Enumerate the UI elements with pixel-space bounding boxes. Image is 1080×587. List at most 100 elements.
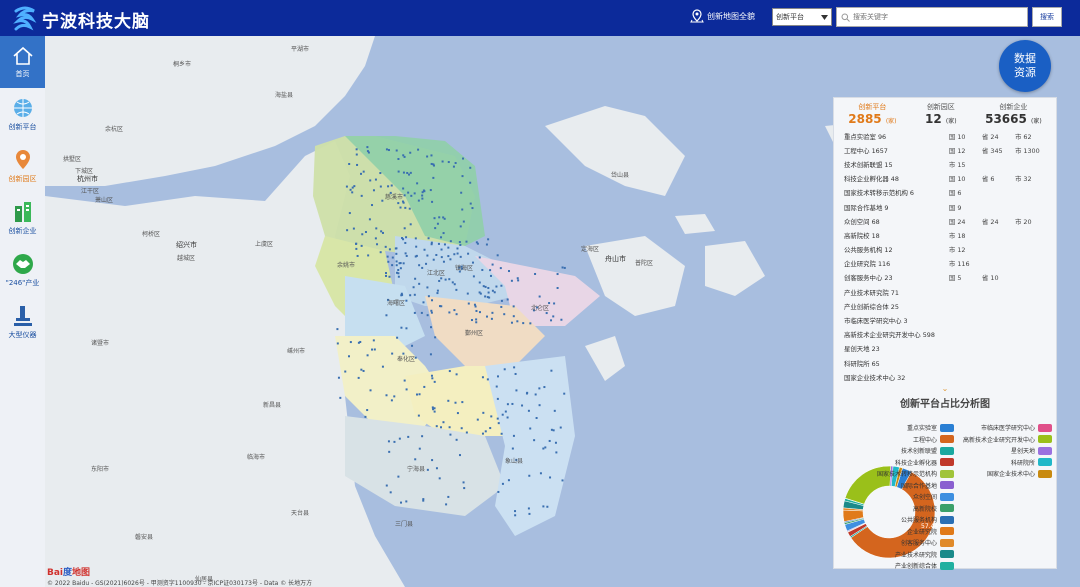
institution-marker[interactable] <box>489 274 492 277</box>
legend-item[interactable]: 高新院校 <box>913 504 954 513</box>
institution-marker[interactable] <box>475 321 478 324</box>
institution-marker[interactable] <box>410 194 413 197</box>
institution-marker[interactable] <box>337 376 340 379</box>
institution-marker[interactable] <box>445 503 448 506</box>
search-input[interactable] <box>853 13 1023 21</box>
institution-marker[interactable] <box>545 312 548 315</box>
institution-marker[interactable] <box>355 242 358 245</box>
institution-marker[interactable] <box>553 302 556 305</box>
legend-item[interactable]: 企业研究院 <box>907 527 954 536</box>
institution-marker[interactable] <box>516 320 519 323</box>
institution-marker[interactable] <box>538 387 541 390</box>
institution-marker[interactable] <box>371 204 374 207</box>
institution-marker[interactable] <box>553 409 556 412</box>
institution-marker[interactable] <box>388 248 391 251</box>
institution-marker[interactable] <box>473 303 476 306</box>
institution-marker[interactable] <box>395 260 398 263</box>
institution-marker[interactable] <box>431 377 434 380</box>
institution-marker[interactable] <box>402 262 405 265</box>
institution-marker[interactable] <box>503 368 506 371</box>
institution-marker[interactable] <box>489 269 492 272</box>
institution-marker[interactable] <box>414 237 417 240</box>
institution-marker[interactable] <box>379 172 382 175</box>
institution-marker[interactable] <box>491 289 494 292</box>
institution-marker[interactable] <box>501 413 504 416</box>
platform-row[interactable]: 科研院所 65 <box>844 356 1048 370</box>
institution-marker[interactable] <box>517 279 520 282</box>
institution-marker[interactable] <box>355 153 358 156</box>
institution-marker[interactable] <box>351 191 354 194</box>
platform-row[interactable]: 产业技术研究院 71 <box>844 285 1048 299</box>
institution-marker[interactable] <box>409 294 412 297</box>
institution-marker[interactable] <box>491 263 494 266</box>
institution-marker[interactable] <box>375 227 378 230</box>
institution-marker[interactable] <box>563 266 566 269</box>
institution-marker[interactable] <box>511 447 514 450</box>
institution-marker[interactable] <box>449 433 452 436</box>
institution-marker[interactable] <box>400 292 403 295</box>
institution-marker[interactable] <box>436 292 439 295</box>
institution-marker[interactable] <box>423 385 426 388</box>
institution-marker[interactable] <box>395 252 398 255</box>
institution-marker[interactable] <box>429 353 432 356</box>
institution-marker[interactable] <box>462 220 465 223</box>
platform-row[interactable]: 重点实验室 96 国 10 省 24 市 62 <box>844 129 1048 143</box>
institution-marker[interactable] <box>421 266 424 269</box>
legend-item[interactable]: 市临床医学研究中心 <box>981 423 1052 432</box>
institution-marker[interactable] <box>397 475 400 478</box>
legend-item[interactable]: 产业技术研究院 <box>895 550 954 559</box>
institution-marker[interactable] <box>388 275 391 278</box>
institution-marker[interactable] <box>478 256 481 259</box>
institution-marker[interactable] <box>385 272 388 275</box>
institution-marker[interactable] <box>484 295 487 298</box>
institution-marker[interactable] <box>344 370 347 373</box>
institution-marker[interactable] <box>368 218 371 221</box>
sidebar-item-instruments[interactable]: 大型仪器 <box>0 296 45 348</box>
institution-marker[interactable] <box>512 315 515 318</box>
institution-marker[interactable] <box>507 270 510 273</box>
institution-marker[interactable] <box>534 272 537 275</box>
institution-marker[interactable] <box>420 311 423 314</box>
platform-row[interactable]: 科技企业孵化器 48 国 10 省 6 市 32 <box>844 172 1048 186</box>
institution-marker[interactable] <box>336 328 339 331</box>
institution-marker[interactable] <box>481 432 484 435</box>
institution-marker[interactable] <box>397 170 400 173</box>
institution-marker[interactable] <box>451 281 454 284</box>
institution-marker[interactable] <box>453 309 456 312</box>
institution-marker[interactable] <box>440 277 443 280</box>
institution-marker[interactable] <box>552 429 555 432</box>
stat-park[interactable]: 创新园区 12 (家) <box>925 102 957 126</box>
legend-item[interactable]: 重点实验室 <box>907 423 954 432</box>
institution-marker[interactable] <box>452 165 455 168</box>
platform-row[interactable]: 国际合作基地 9 国 9 <box>844 200 1048 214</box>
institution-marker[interactable] <box>461 208 464 211</box>
institution-marker[interactable] <box>525 392 528 395</box>
institution-marker[interactable] <box>455 438 458 441</box>
institution-marker[interactable] <box>561 479 564 482</box>
institution-marker[interactable] <box>459 225 462 228</box>
institution-marker[interactable] <box>426 314 429 317</box>
institution-marker[interactable] <box>412 286 415 289</box>
platform-row[interactable]: 众创空间 68 国 24 省 24 市 20 <box>844 214 1048 228</box>
category-select[interactable]: 创新平台 <box>772 8 832 26</box>
institution-marker[interactable] <box>456 412 459 415</box>
institution-marker[interactable] <box>376 243 379 246</box>
platform-row[interactable]: 公共服务机构 12 市 12 <box>844 243 1048 257</box>
institution-marker[interactable] <box>533 439 536 442</box>
institution-marker[interactable] <box>415 393 418 396</box>
institution-marker[interactable] <box>385 314 388 317</box>
institution-marker[interactable] <box>435 253 438 256</box>
institution-marker[interactable] <box>529 322 532 325</box>
institution-marker[interactable] <box>409 171 412 174</box>
institution-marker[interactable] <box>423 248 426 251</box>
institution-marker[interactable] <box>360 244 363 247</box>
institution-marker[interactable] <box>405 500 408 503</box>
institution-marker[interactable] <box>456 252 459 255</box>
institution-marker[interactable] <box>490 317 493 320</box>
institution-marker[interactable] <box>459 255 462 258</box>
institution-marker[interactable] <box>417 148 420 151</box>
institution-marker[interactable] <box>527 507 530 510</box>
institution-marker[interactable] <box>556 286 559 289</box>
institution-marker[interactable] <box>357 376 360 379</box>
institution-marker[interactable] <box>496 254 499 257</box>
